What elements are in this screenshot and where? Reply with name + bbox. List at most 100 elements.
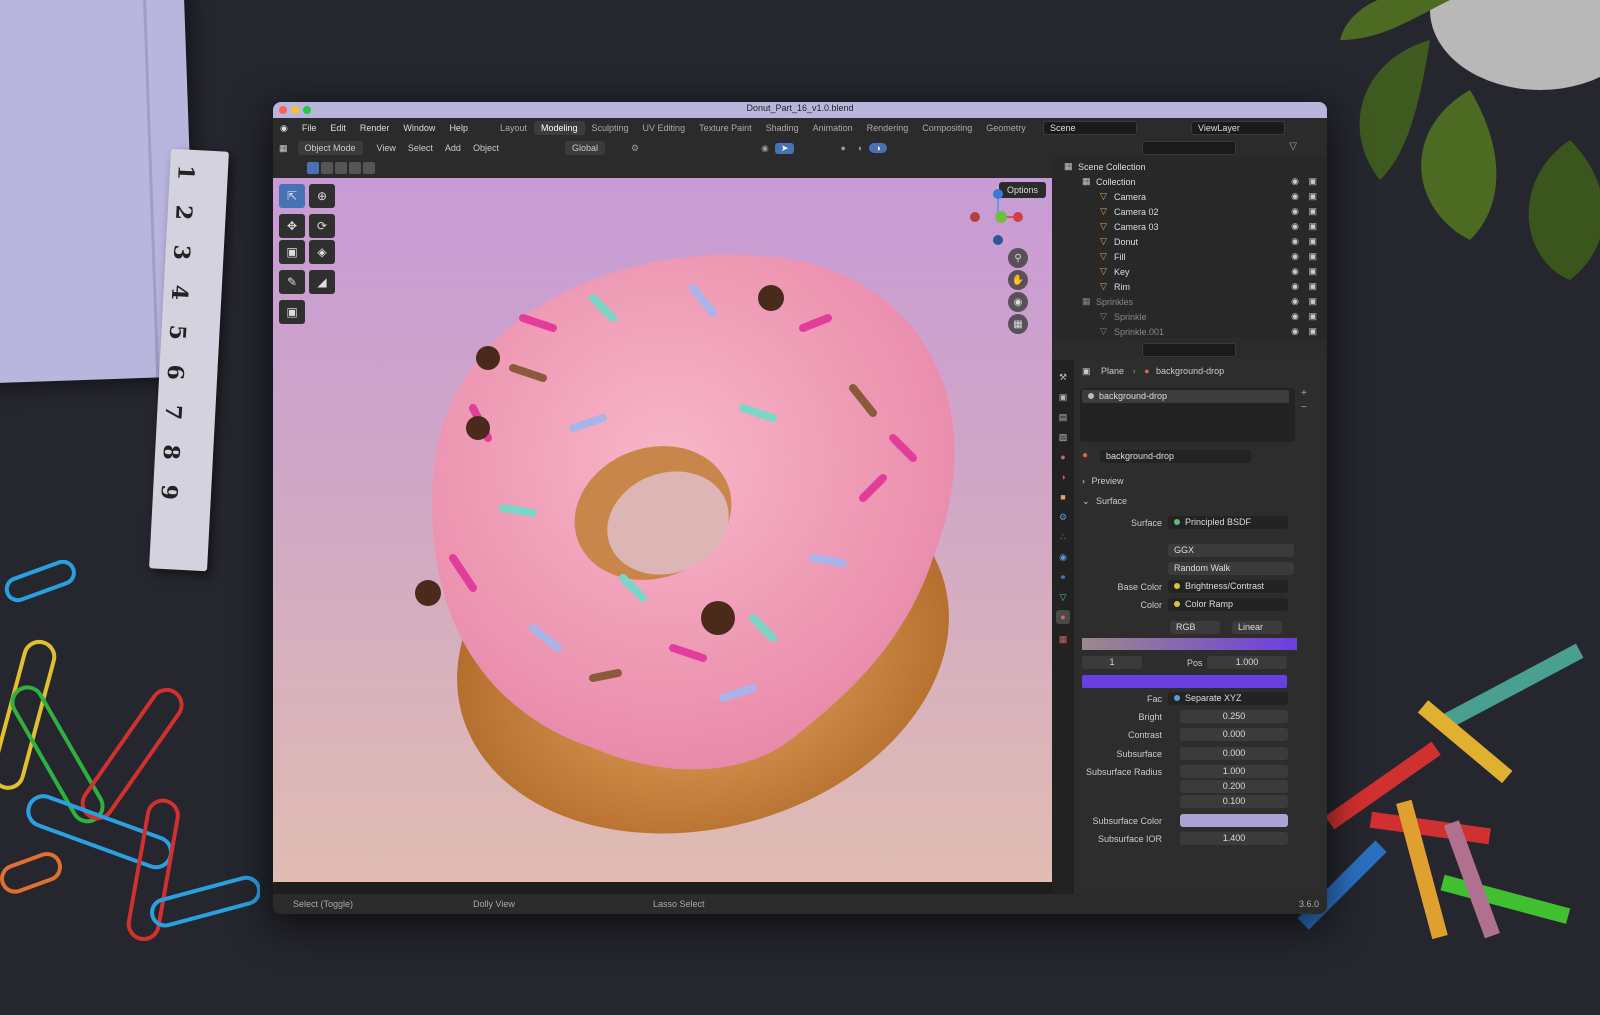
menu-view[interactable]: View	[371, 143, 402, 153]
visibility-eye-icon[interactable]: ◉	[1291, 266, 1299, 277]
radius-x-field[interactable]: 1.000	[1180, 765, 1288, 778]
physics-tab-icon[interactable]: ◉	[1056, 550, 1070, 564]
outliner-item[interactable]: ▽ Rim ◉ ▣	[1052, 280, 1327, 295]
particles-tab-icon[interactable]: ∴	[1056, 530, 1070, 544]
perspective-grid-icon[interactable]: ▦	[1008, 314, 1028, 334]
annotate-tool-icon[interactable]: ✎	[279, 270, 305, 294]
outliner-item[interactable]: ▽ Key ◉ ▣	[1052, 265, 1327, 280]
radius-z-field[interactable]: 0.100	[1180, 795, 1288, 808]
texture-tab-icon[interactable]: ▦	[1056, 632, 1070, 646]
rotate-tool-icon[interactable]: ⟳	[309, 214, 335, 238]
render-camera-icon[interactable]: ▣	[1308, 251, 1317, 262]
object-tab-icon[interactable]: ■	[1056, 490, 1070, 504]
pan-hand-icon[interactable]: ✋	[1008, 270, 1028, 290]
color-ramp-bar[interactable]	[1082, 638, 1297, 650]
tab-shading[interactable]: Shading	[759, 121, 806, 135]
add-slot-button[interactable]: +	[1301, 388, 1307, 399]
tab-geometry[interactable]: Geometry	[979, 121, 1033, 135]
outliner-item[interactable]: ▽ Sprinkle ◉ ▣	[1052, 310, 1327, 325]
menu-object[interactable]: Object	[467, 143, 505, 153]
surface-panel-header[interactable]: ⌄ Surface	[1082, 496, 1127, 507]
ramp-stop-color-swatch[interactable]	[1082, 675, 1287, 688]
blender-logo-icon[interactable]: ◉	[273, 123, 295, 134]
select-mode-extend-icon[interactable]	[321, 162, 333, 174]
render-tab-icon[interactable]: ▣	[1056, 390, 1070, 404]
cursor-tool-icon[interactable]: ⊕	[309, 184, 335, 208]
properties-search-input[interactable]	[1142, 343, 1236, 357]
outliner-item[interactable]: ▽ Fill ◉ ▣	[1052, 250, 1327, 265]
render-camera-icon[interactable]: ▣	[1308, 266, 1317, 277]
shading-solid-icon[interactable]: ●	[834, 143, 851, 153]
output-tab-icon[interactable]: ▤	[1056, 410, 1070, 424]
render-camera-icon[interactable]: ▣	[1308, 206, 1317, 217]
menu-help[interactable]: Help	[442, 123, 475, 133]
view-layer-selector[interactable]: ViewLayer	[1191, 121, 1285, 135]
render-camera-icon[interactable]: ▣	[1308, 236, 1317, 247]
view-layer-tab-icon[interactable]: ▧	[1056, 430, 1070, 444]
render-camera-icon[interactable]: ▣	[1308, 326, 1317, 337]
3d-viewport[interactable]: ⇱ ⊕ ✥ ⟳ ▣ ◈ ✎ ◢ ▣ Options ⚲ ✋ ◉ ▦	[273, 178, 1052, 882]
shading-rendered-icon[interactable]: ◑	[869, 143, 887, 153]
visibility-eye-icon[interactable]: ◉	[1291, 281, 1299, 292]
mode-selector[interactable]: Object Mode	[297, 141, 363, 155]
measure-tool-icon[interactable]: ◢	[309, 270, 335, 294]
menu-select[interactable]: Select	[402, 143, 439, 153]
render-camera-icon[interactable]: ▣	[1308, 281, 1317, 292]
visibility-eye-icon[interactable]: ◉	[1291, 176, 1299, 187]
subsurface-ior-field[interactable]: 1.400	[1180, 832, 1288, 845]
bright-field[interactable]: 0.250	[1180, 710, 1288, 723]
render-camera-icon[interactable]: ▣	[1308, 221, 1317, 232]
render-camera-icon[interactable]: ▣	[1308, 176, 1317, 187]
tab-modeling[interactable]: Modeling	[533, 121, 585, 135]
zoom-icon[interactable]: ⚲	[1008, 248, 1028, 268]
outliner-item[interactable]: ▦ Sprinkles ◉ ▣	[1052, 295, 1327, 310]
select-mode-subtract-icon[interactable]	[335, 162, 347, 174]
ramp-color-mode-dropdown[interactable]: RGB	[1170, 621, 1220, 634]
scene-tab-icon[interactable]: ●	[1056, 450, 1070, 464]
distribution-dropdown[interactable]: GGX	[1168, 544, 1294, 557]
select-mode-intersect-icon[interactable]	[363, 162, 375, 174]
menu-add[interactable]: Add	[439, 143, 467, 153]
surface-shader-field[interactable]: Principled BSDF	[1168, 516, 1288, 529]
tab-rendering[interactable]: Rendering	[860, 121, 916, 135]
gizmo-toggle-icon[interactable]: ➤	[774, 142, 795, 154]
outliner-item[interactable]: ▦ Collection ◉ ▣	[1052, 175, 1327, 190]
menu-render[interactable]: Render	[353, 123, 397, 133]
menu-window[interactable]: Window	[396, 123, 442, 133]
material-tab-icon[interactable]: ●	[1056, 610, 1070, 624]
editor-type-icon[interactable]: ▦	[273, 143, 294, 154]
material-slot-item[interactable]: background-drop	[1082, 390, 1289, 403]
menu-file[interactable]: File	[295, 123, 324, 133]
outliner-scene-collection[interactable]: ▦ Scene Collection	[1052, 160, 1327, 175]
tab-compositing[interactable]: Compositing	[915, 121, 979, 135]
outliner-item[interactable]: ▽ Camera ◉ ▣	[1052, 190, 1327, 205]
preview-panel-header[interactable]: › Preview	[1082, 476, 1124, 486]
menu-edit[interactable]: Edit	[323, 123, 353, 133]
select-mode-new-icon[interactable]	[307, 162, 319, 174]
stop-index-field[interactable]: 1	[1082, 656, 1142, 669]
outliner-search-input[interactable]	[1142, 141, 1236, 155]
ramp-interpolation-dropdown[interactable]: Linear	[1232, 621, 1282, 634]
pos-field[interactable]: 1.000	[1207, 656, 1287, 669]
tab-texture-paint[interactable]: Texture Paint	[692, 121, 759, 135]
tool-tab-icon[interactable]: ⚒	[1056, 370, 1070, 384]
visibility-eye-icon[interactable]: ◉	[1291, 326, 1299, 337]
visibility-eye-icon[interactable]: ◉	[1291, 296, 1299, 307]
visibility-eye-icon[interactable]: ◉	[1291, 221, 1299, 232]
subsurface-field[interactable]: 0.000	[1180, 747, 1288, 760]
select-mode-invert-icon[interactable]	[349, 162, 361, 174]
tab-animation[interactable]: Animation	[806, 121, 860, 135]
tab-sculpting[interactable]: Sculpting	[585, 121, 636, 135]
base-color-input-field[interactable]: Brightness/Contrast	[1168, 580, 1288, 593]
visibility-eye-icon[interactable]: ◉	[1291, 236, 1299, 247]
remove-slot-button[interactable]: −	[1301, 402, 1307, 413]
subsurface-method-dropdown[interactable]: Random Walk	[1168, 562, 1294, 575]
material-slot-list[interactable]: background-drop	[1080, 388, 1295, 442]
material-name-field[interactable]: background-drop	[1100, 450, 1251, 463]
outliner-item[interactable]: ▽ Camera 03 ◉ ▣	[1052, 220, 1327, 235]
subsurface-color-swatch[interactable]	[1180, 814, 1288, 827]
snap-icon[interactable]: ⚙	[625, 143, 645, 154]
move-tool-icon[interactable]: ✥	[279, 214, 305, 238]
shading-material-icon[interactable]: ◐	[852, 143, 869, 153]
visibility-eye-icon[interactable]: ◉	[1291, 191, 1299, 202]
